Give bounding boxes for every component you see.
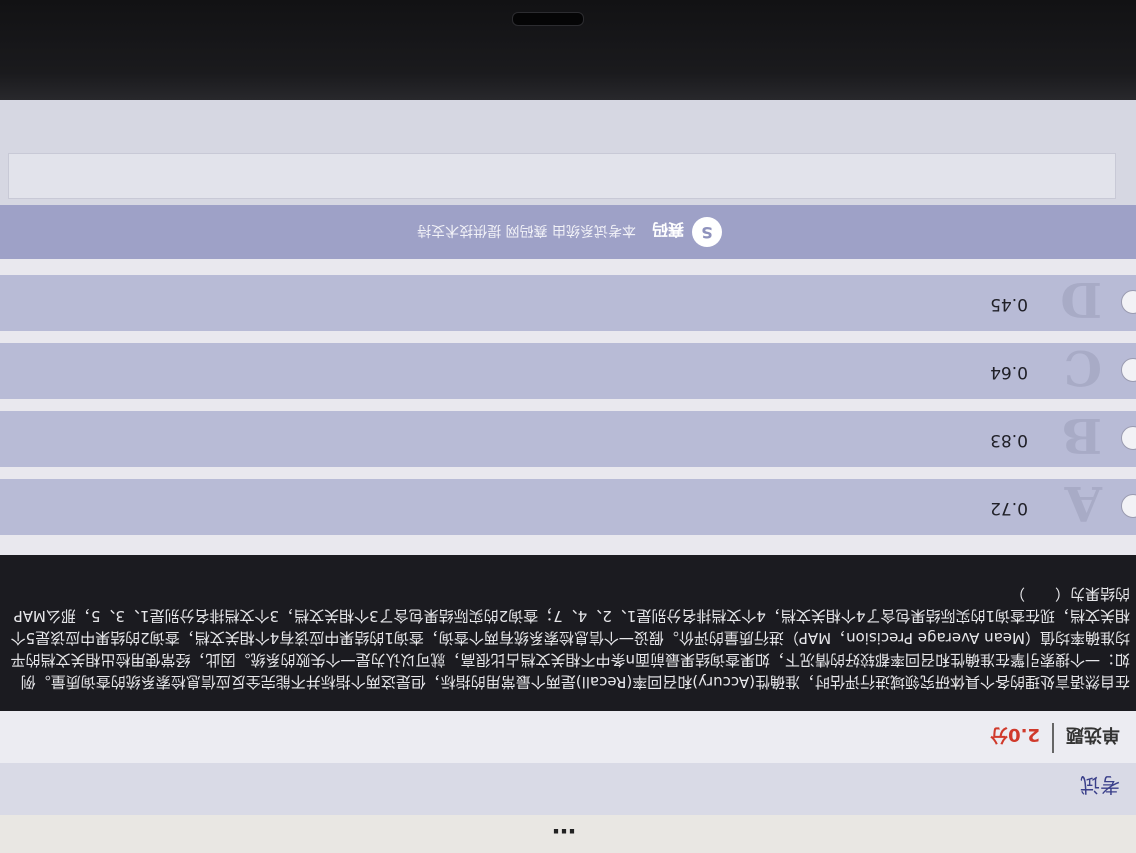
option-c-letter: C (1063, 339, 1102, 395)
option-b-letter: B (1061, 407, 1102, 463)
question-score: 2.0分 (990, 724, 1040, 745)
option-gap (0, 467, 1136, 479)
bottom-panel (0, 100, 1136, 205)
option-b[interactable]: B 0.83 (0, 407, 1136, 467)
option-d-letter: D (1060, 271, 1102, 327)
option-d-value: 0.45 (990, 294, 1028, 314)
option-gap (0, 259, 1136, 275)
exam-title: … (552, 823, 576, 851)
option-gap (0, 535, 1136, 555)
option-b-radio[interactable] (1121, 426, 1136, 450)
option-gap (0, 399, 1136, 411)
bottom-input-area (8, 153, 1116, 199)
webcam (512, 12, 584, 26)
header-divider (1052, 723, 1054, 753)
option-c-radio[interactable] (1121, 358, 1136, 382)
question-text: 在自然语言处理的各个具体研究领域进行评估时，准确性(Accury)和召回率(Re… (10, 585, 1130, 691)
option-gap (0, 331, 1136, 343)
saima-logo-icon: S (692, 217, 722, 247)
option-a-value: 0.72 (990, 498, 1028, 518)
option-a-radio[interactable] (1121, 494, 1136, 518)
exam-title-bar: … (0, 815, 1136, 853)
option-a[interactable]: A 0.72 (0, 475, 1136, 535)
laptop-bezel (0, 0, 1136, 104)
exam-page: … 考试 单选题 2.0分 在自然语言处理的各个具体研究领域进行评估时，准确性(… (0, 100, 1136, 853)
screen: … 考试 单选题 2.0分 在自然语言处理的各个具体研究领域进行评估时，准确性(… (0, 100, 1136, 853)
exam-nav-bar: 考试 (0, 763, 1136, 815)
footer: S 赛码 本考试系统由 赛码网 提供技术支持 (0, 205, 1136, 259)
option-d-radio[interactable] (1121, 290, 1136, 314)
option-c-value: 0.64 (990, 362, 1028, 382)
footer-text: 本考试系统由 赛码网 提供技术支持 (417, 222, 636, 238)
option-d[interactable]: D 0.45 (0, 271, 1136, 331)
option-b-value: 0.83 (990, 430, 1028, 450)
question-type: 单选题 (1066, 724, 1120, 745)
footer-brand: 赛码 (651, 220, 684, 239)
option-c[interactable]: C 0.64 (0, 339, 1136, 399)
nav-label: 考试 (1080, 773, 1120, 797)
option-a-letter: A (1064, 475, 1102, 531)
question-body: 在自然语言处理的各个具体研究领域进行评估时，准确性(Accury)和召回率(Re… (0, 555, 1136, 711)
question-header: 单选题 2.0分 (0, 710, 1136, 763)
